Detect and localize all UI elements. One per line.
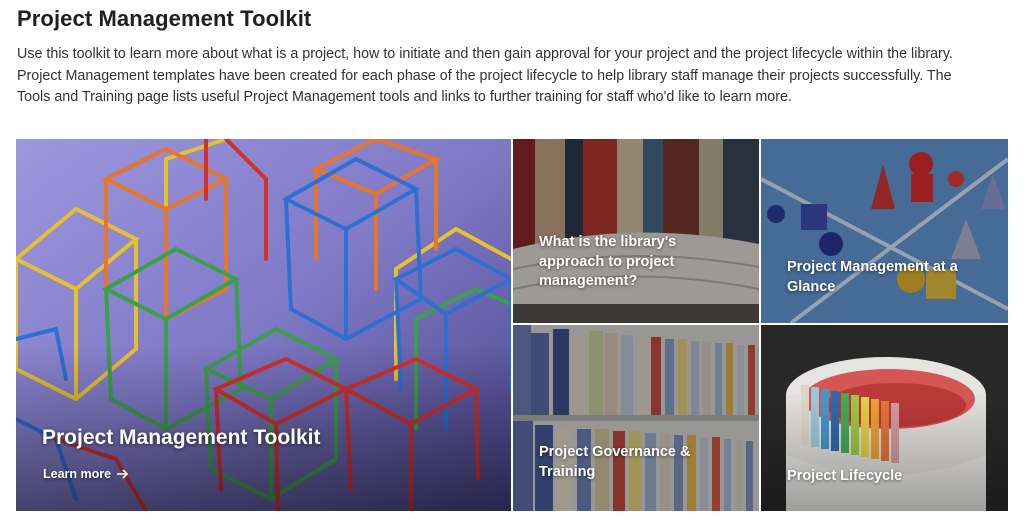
tile-label-line: Project Lifecycle — [787, 468, 903, 484]
tile-shade — [513, 139, 759, 323]
learn-more-label: Learn more — [43, 467, 112, 481]
hero-tile-grid: Project Management Toolkit Learn more Wh… — [16, 139, 1008, 511]
intro-line: Project Management templates have been c… — [17, 67, 952, 84]
tile-project-lifecycle[interactable]: Project Lifecycle — [761, 325, 1008, 511]
tile-label-line: What is the library's — [539, 234, 677, 250]
tile-label-line: Glance — [787, 278, 836, 295]
tile-label: Project Lifecycle — [787, 467, 902, 487]
page-title: Project Management Toolkit — [17, 6, 312, 31]
hero-tile[interactable]: Project Management Toolkit Learn more — [16, 139, 511, 511]
tile-label: Project Management at a Glance — [787, 258, 958, 297]
tile-governance-training[interactable]: Project Governance & Training — [513, 325, 759, 511]
tile-pm-at-a-glance[interactable]: Project Management at a Glance — [761, 139, 1008, 323]
tile-label-line: Project Governance & — [539, 444, 691, 460]
tile-library-approach[interactable]: What is the library's approach to projec… — [513, 139, 759, 323]
tile-label-line: Training — [539, 463, 596, 480]
tile-label-line: Project Management at a — [787, 259, 958, 275]
tile-label-line: management? — [539, 273, 638, 289]
tile-label-line: approach to project — [539, 253, 675, 270]
tile-shade — [513, 325, 759, 511]
intro-line: Tools and Training page lists useful Pro… — [17, 89, 792, 105]
hero-shade — [16, 139, 511, 511]
intro-line: Use this toolkit to learn more about wha… — [17, 46, 953, 62]
tile-label: Project Governance & Training — [539, 443, 691, 482]
arrow-right-icon — [117, 469, 129, 479]
hero-title: Project Management Toolkit — [42, 426, 321, 449]
tile-label: What is the library's approach to projec… — [539, 233, 676, 292]
intro-text: Use this toolkit to learn more about wha… — [17, 44, 1017, 109]
learn-more-link[interactable]: Learn more — [43, 467, 129, 481]
